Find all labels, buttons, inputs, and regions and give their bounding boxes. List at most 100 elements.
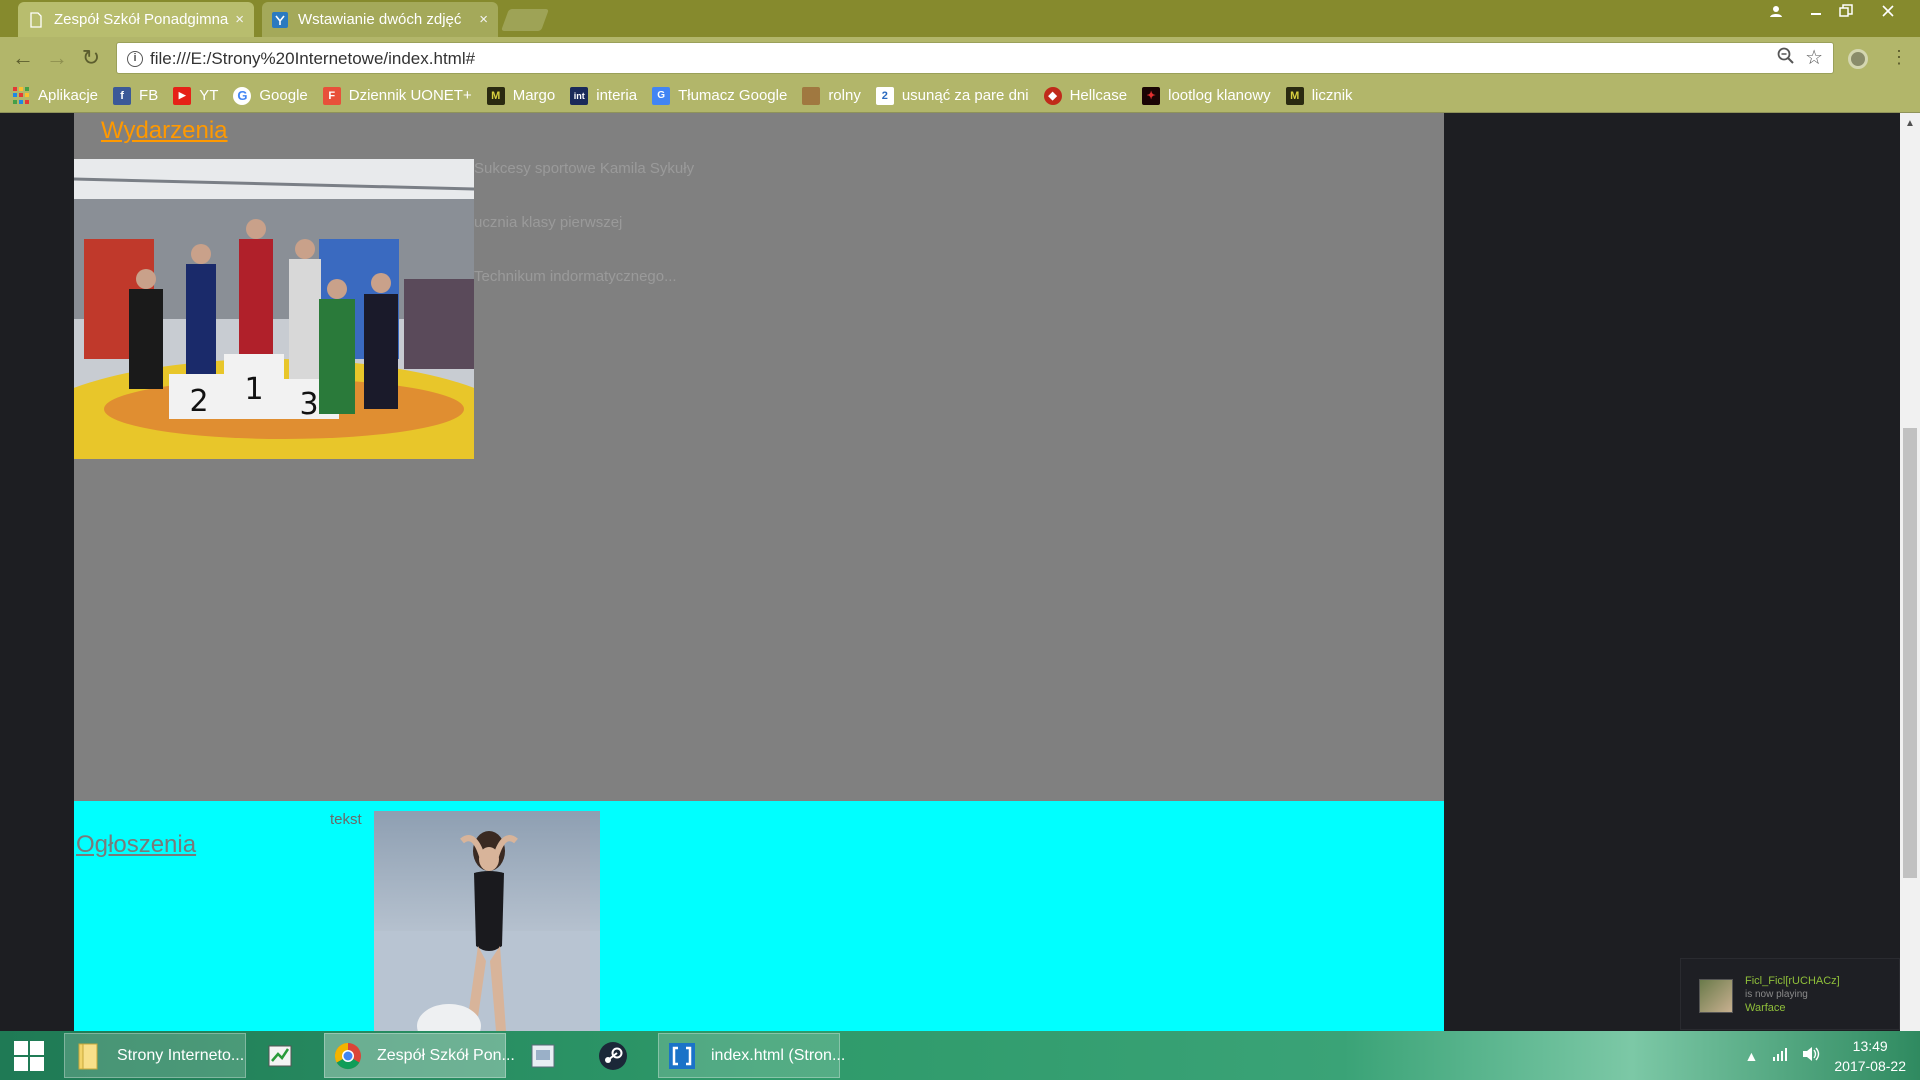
bookmark-site-icon: 2 bbox=[875, 86, 894, 105]
back-button[interactable]: ← bbox=[10, 45, 36, 71]
bookmark-label: Dziennik UONET+ bbox=[348, 87, 472, 104]
tab-zespol-szkol[interactable]: Zespół Szkół Ponadgimnazjalnych × bbox=[18, 2, 254, 37]
bookmark-hellcase[interactable]: ◆ Hellcase bbox=[1043, 86, 1128, 105]
bookmark-label: interia bbox=[596, 87, 638, 104]
steam-icon bbox=[599, 1041, 627, 1070]
youtube-icon: ▶ bbox=[173, 86, 192, 105]
clock-date: 2017-08-22 bbox=[1834, 1057, 1906, 1074]
bookmark-interia[interactable]: int interia bbox=[570, 86, 638, 105]
events-text-line: ucznia klasy pierwszej bbox=[474, 214, 623, 231]
bookmark-uonet[interactable]: F Dziennik UONET+ bbox=[322, 86, 472, 105]
restore-icon[interactable] bbox=[1828, 0, 1864, 22]
close-window-icon[interactable] bbox=[1870, 0, 1906, 22]
new-tab-button[interactable] bbox=[500, 9, 550, 31]
translate-icon: G bbox=[652, 86, 671, 105]
bookmark-yt[interactable]: ▶ YT bbox=[173, 86, 219, 105]
svg-text:1: 1 bbox=[244, 372, 263, 407]
site-info-icon[interactable]: i bbox=[127, 51, 143, 67]
show-hidden-icons-icon[interactable]: ▲ bbox=[1745, 1048, 1759, 1064]
bookmark-label: licznik bbox=[1311, 87, 1353, 104]
margo-icon: M bbox=[486, 86, 505, 105]
document-viewer-icon bbox=[531, 1044, 555, 1067]
bookmark-aplikacje[interactable]: Aplikacje bbox=[12, 86, 99, 105]
bookmark-label: Hellcase bbox=[1069, 87, 1128, 104]
volume-icon[interactable] bbox=[1802, 1046, 1820, 1065]
page-column: Wydarzenia 2 1 3 Sukcesy sportowe Kamila… bbox=[74, 113, 1444, 1031]
browser-menu-icon[interactable]: ⋮ bbox=[1890, 47, 1908, 68]
bookmark-rolny[interactable]: rolny bbox=[802, 86, 861, 105]
taskbar-item-spreadsheet[interactable] bbox=[258, 1033, 310, 1078]
steam-notification[interactable]: Ficl_Ficl[rUCHACz] is now playing Warfac… bbox=[1680, 958, 1900, 1030]
lootlog-icon: ✦ bbox=[1142, 86, 1161, 105]
events-text-line: Technikum indormatycznego... bbox=[474, 268, 677, 285]
hellcase-icon: ◆ bbox=[1043, 86, 1062, 105]
apps-icon bbox=[12, 86, 30, 105]
system-tray: ▲ 13:49 2017-08-22 bbox=[1745, 1031, 1920, 1080]
notification-status: is now playing bbox=[1745, 989, 1808, 1000]
network-icon[interactable] bbox=[1772, 1047, 1788, 1064]
taskbar: Strony Interneto... Zespół Szkół Pon... bbox=[0, 1031, 1920, 1080]
taskbar-item-folder[interactable]: Strony Interneto... bbox=[64, 1033, 246, 1078]
bookmark-usunac[interactable]: 2 usunąć za pare dni bbox=[875, 86, 1029, 105]
page-scrollbar[interactable]: ▲ bbox=[1900, 113, 1920, 1031]
bookmark-label: Google bbox=[259, 87, 308, 104]
events-heading-link[interactable]: Wydarzenia bbox=[101, 117, 228, 145]
bookmark-lootlog[interactable]: ✦ lootlog klanowy bbox=[1142, 86, 1271, 105]
events-section: Wydarzenia 2 1 3 Sukcesy sportowe Kamila… bbox=[74, 113, 1444, 801]
uonet-icon: F bbox=[322, 86, 341, 105]
announcements-section: Ogłoszenia tekst bbox=[74, 801, 1444, 1031]
bookmark-google[interactable]: G Google bbox=[233, 86, 308, 105]
svg-text:2: 2 bbox=[189, 384, 208, 419]
bookmark-margo[interactable]: M Margo bbox=[486, 86, 556, 105]
notification-game: Warface bbox=[1745, 1002, 1786, 1014]
reload-button[interactable]: ↻ bbox=[78, 45, 104, 71]
forward-button[interactable]: → bbox=[44, 45, 70, 71]
bookmark-tlumacz[interactable]: G Tłumacz Google bbox=[652, 86, 788, 105]
start-button[interactable] bbox=[0, 1031, 58, 1080]
licznik-icon: M bbox=[1285, 86, 1304, 105]
bookmark-label: Tłumacz Google bbox=[678, 87, 788, 104]
bookmark-label: usunąć za pare dni bbox=[901, 87, 1029, 104]
bookmark-label: FB bbox=[139, 87, 159, 104]
close-tab-icon[interactable]: × bbox=[479, 11, 488, 28]
profile-icon[interactable] bbox=[1758, 0, 1794, 22]
bookmark-fb[interactable]: f FB bbox=[113, 86, 159, 105]
taskbar-item-chrome[interactable]: Zespół Szkół Pon... bbox=[324, 1033, 515, 1078]
page-viewport: Wydarzenia 2 1 3 Sukcesy sportowe Kamila… bbox=[0, 113, 1920, 1031]
google-icon: G bbox=[233, 86, 252, 105]
tab-title: Zespół Szkół Ponadgimnazjalnych bbox=[54, 11, 229, 28]
tab-wstawianie[interactable]: Wstawianie dwóch zdjęć × bbox=[262, 2, 498, 37]
bookmark-label: Aplikacje bbox=[38, 87, 99, 104]
taskbar-item-viewer[interactable] bbox=[520, 1033, 572, 1078]
address-bar[interactable]: i file:///E:/Strony%20Internetowe/index.… bbox=[116, 42, 1834, 74]
scroll-up-icon[interactable]: ▲ bbox=[1900, 113, 1920, 133]
bookmark-label: YT bbox=[199, 87, 219, 104]
bookmark-label: Margo bbox=[512, 87, 556, 104]
zoom-icon[interactable] bbox=[1777, 47, 1795, 70]
site-favicon-icon bbox=[272, 11, 288, 28]
taskbar-item-label: Strony Interneto... bbox=[117, 1046, 245, 1064]
clock-time: 13:49 bbox=[1852, 1037, 1888, 1054]
close-tab-icon[interactable]: × bbox=[235, 11, 244, 28]
address-url[interactable]: file:///E:/Strony%20Internetowe/index.ht… bbox=[150, 49, 475, 69]
svg-text:3: 3 bbox=[299, 387, 318, 422]
events-text-line: Sukcesy sportowe Kamila Sykuły bbox=[474, 160, 695, 177]
bookmark-label: lootlog klanowy bbox=[1168, 87, 1271, 104]
bookmarks-bar: Aplikacje f FB ▶ YT G Google F Dziennik … bbox=[0, 79, 1920, 113]
scrollbar-thumb[interactable] bbox=[1903, 428, 1917, 878]
taskbar-item-label: Zespół Szkół Pon... bbox=[377, 1046, 515, 1064]
extension-icon[interactable] bbox=[1848, 49, 1868, 69]
taskbar-item-brackets[interactable]: index.html (Stron... bbox=[658, 1033, 845, 1078]
announcements-heading-link[interactable]: Ogłoszenia bbox=[76, 831, 196, 859]
chrome-icon bbox=[334, 1042, 361, 1069]
bookmark-licznik[interactable]: M licznik bbox=[1285, 86, 1353, 105]
windows-logo-icon bbox=[14, 1040, 44, 1071]
rolny-icon bbox=[802, 86, 821, 105]
taskbar-item-steam[interactable] bbox=[590, 1033, 642, 1078]
notification-user: Ficl_Ficl[rUCHACz] bbox=[1745, 975, 1840, 987]
bookmark-star-icon[interactable]: ☆ bbox=[1805, 45, 1823, 70]
system-clock[interactable]: 13:49 2017-08-22 bbox=[1834, 1036, 1906, 1076]
announcements-photo bbox=[374, 811, 600, 1031]
browser-toolbar: ← → ↻ i file:///E:/Strony%20Internetowe/… bbox=[0, 37, 1920, 79]
spreadsheet-app-icon bbox=[268, 1045, 292, 1066]
